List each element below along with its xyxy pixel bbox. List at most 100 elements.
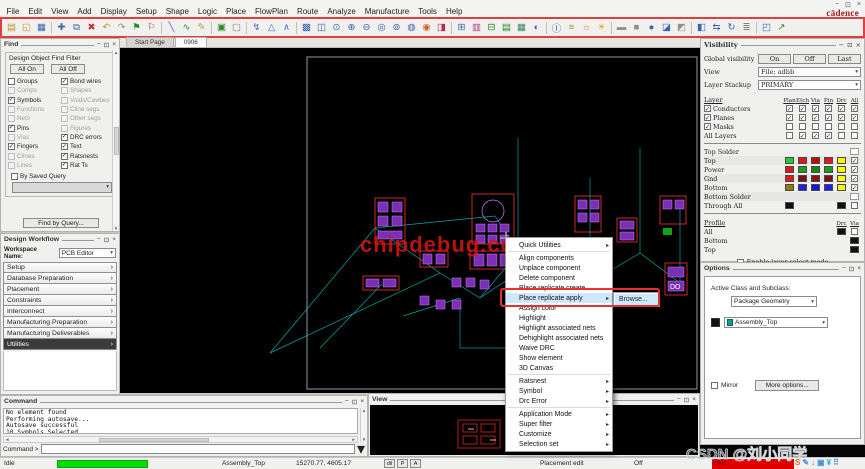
context-menu-item-ratsnest[interactable]: Ratsnest▸ xyxy=(506,376,612,386)
menu-tools[interactable]: Tools xyxy=(414,7,442,16)
copy-icon[interactable]: ⧉ xyxy=(69,20,84,35)
ratsnest-icon[interactable]: ∧ xyxy=(279,20,294,35)
menu-add[interactable]: Add xyxy=(73,7,96,16)
subclass-select[interactable]: Assembly_Top ▾ xyxy=(724,317,828,328)
checkbox-masks-plan[interactable] xyxy=(786,123,793,130)
pane-float-icon[interactable]: ⊡ xyxy=(104,236,109,244)
workflow-item-manufacturing-deliverables[interactable]: Manufacturing Deliverables› xyxy=(3,328,117,339)
color-swatch[interactable] xyxy=(798,166,807,173)
checkbox-planes-plan[interactable]: ✓ xyxy=(786,114,793,121)
profile-via-swatch[interactable] xyxy=(850,246,859,253)
scroll-right-icon[interactable]: ► xyxy=(352,437,356,442)
visibility-checkbox-power[interactable]: ✓ xyxy=(851,166,858,173)
checkbox-rat-ts[interactable]: ✓ xyxy=(61,162,68,169)
status-button-p[interactable]: P xyxy=(397,459,408,468)
workflow-item-placement[interactable]: Placement› xyxy=(3,284,117,295)
scroll-up-icon[interactable]: ▲ xyxy=(114,50,118,55)
menu-logic[interactable]: Logic xyxy=(193,7,221,16)
more-options-button[interactable]: More options... xyxy=(755,380,819,391)
context-menu-item-3d-canvas[interactable]: 3D Canvas xyxy=(506,363,612,373)
context-menu-item-highlight-associated-nets[interactable]: Highlight associated nets xyxy=(506,323,612,333)
context-menu-item-show-element[interactable]: Show element xyxy=(506,353,612,363)
new-drawing-icon[interactable]: ▤ xyxy=(4,20,19,35)
redraw-icon[interactable]: ◉ xyxy=(419,20,434,35)
workflow-item-manufacturing-preparation[interactable]: Manufacturing Preparation› xyxy=(3,317,117,328)
shape-circle-icon[interactable]: ● xyxy=(644,20,659,35)
dropdown-arrow-icon[interactable]: ▾ xyxy=(357,439,365,459)
find-filter-groups[interactable]: Groups xyxy=(8,77,59,86)
workflow-item-utilities[interactable]: Utilities› xyxy=(3,339,117,350)
find-filter-pins[interactable]: ✓Pins xyxy=(8,123,59,132)
checkbox-conductors-via[interactable]: ✓ xyxy=(812,105,819,112)
route-icon[interactable]: ↯ xyxy=(249,20,264,35)
command-panel-titlebar[interactable]: Command −⊡× xyxy=(1,396,367,407)
color-swatch[interactable] xyxy=(798,157,807,164)
context-menu-item-place-replicate-create[interactable]: Place replicate create xyxy=(506,283,612,293)
checkbox-planes-via[interactable]: ✓ xyxy=(812,114,819,121)
zoom-in-icon[interactable]: ⊕ xyxy=(344,20,359,35)
find-panel-titlebar[interactable]: Find −⊡× xyxy=(1,39,119,50)
open-drawing-icon[interactable]: ◱ xyxy=(19,20,34,35)
tab-start-page[interactable]: Start Page xyxy=(126,37,174,47)
color-swatch[interactable] xyxy=(824,184,833,191)
by-saved-query-checkbox[interactable] xyxy=(11,173,18,180)
menu-shape[interactable]: Shape xyxy=(161,7,193,16)
shape-rect-icon[interactable]: ▬ xyxy=(614,20,629,35)
checkbox-conductors[interactable]: ✓ xyxy=(704,105,711,112)
mirror-checkbox[interactable] xyxy=(711,382,718,389)
visibility-checkbox-top[interactable]: ✓ xyxy=(851,157,858,164)
pane-close-icon[interactable]: × xyxy=(112,236,116,244)
command-hscrollbar[interactable]: ◄ ► xyxy=(3,436,358,443)
color-swatch[interactable] xyxy=(785,202,794,209)
visibility-checkbox-bottom[interactable]: ✓ xyxy=(851,184,858,191)
status-button-dil[interactable]: dil xyxy=(384,459,395,468)
checkbox-conductors-all[interactable]: ✓ xyxy=(851,105,858,112)
context-menu-item-place-replicate-apply[interactable]: Place replicate apply▸ xyxy=(506,293,612,303)
zoom-previous-icon[interactable]: ◍ xyxy=(404,20,419,35)
menu-edit[interactable]: Edit xyxy=(24,7,47,16)
context-menu-item-waive-drc[interactable]: Waive DRC xyxy=(506,343,612,353)
workflow-panel-titlebar[interactable]: Design Workflow −⊡× xyxy=(1,234,119,245)
scroll-down-icon[interactable]: ▼ xyxy=(114,226,118,231)
checkbox-masks-pin[interactable] xyxy=(825,123,832,130)
3d-canvas-icon[interactable]: ◨ xyxy=(434,20,449,35)
pane-float-icon[interactable]: ⊡ xyxy=(684,396,689,404)
checkbox-all-layers-plan[interactable] xyxy=(786,132,793,139)
select-poly-icon[interactable]: ◩ xyxy=(674,20,689,35)
color-dialog-icon[interactable]: ▩ xyxy=(299,20,314,35)
checkbox-conductors-pin[interactable]: ✓ xyxy=(825,105,832,112)
color-priority-icon[interactable]: ▥ xyxy=(469,20,484,35)
pane-minimize-icon[interactable]: − xyxy=(677,396,681,404)
find-filter-ratsnests[interactable]: ✓Ratsnests xyxy=(61,151,112,160)
edit-vertex-icon[interactable]: △ xyxy=(264,20,279,35)
context-menu-item-highlight[interactable]: Highlight xyxy=(506,313,612,323)
highlight-icon[interactable]: ☼ xyxy=(579,20,594,35)
flip-design-icon[interactable]: ◧ xyxy=(694,20,709,35)
color-swatch[interactable] xyxy=(824,157,833,164)
color-swatch[interactable] xyxy=(785,157,794,164)
find-filter-rat-ts[interactable]: ✓Rat Ts xyxy=(61,161,112,170)
context-menu-item-dehighlight-associated-nets[interactable]: Dehighlight associated nets xyxy=(506,333,612,343)
zoom-points-icon[interactable]: ⊙ xyxy=(329,20,344,35)
checkbox-bond-wires[interactable]: ✓ xyxy=(61,78,68,85)
checkbox-conductors-etch[interactable]: ✓ xyxy=(799,105,806,112)
color-swatch[interactable] xyxy=(811,157,820,164)
color-swatch[interactable] xyxy=(824,166,833,173)
pane-close-icon[interactable]: × xyxy=(360,398,364,406)
color-swatch[interactable] xyxy=(811,175,820,182)
view-select[interactable]: File: adbb ▾ xyxy=(758,67,861,77)
context-menu-item-align-components[interactable]: Align components xyxy=(506,253,612,263)
global-last-button[interactable]: Last xyxy=(828,54,861,64)
fix-icon[interactable]: ⚑ xyxy=(129,20,144,35)
undo-icon[interactable]: ↶ xyxy=(99,20,114,35)
command-input[interactable] xyxy=(41,444,355,454)
context-menu-item-application-mode[interactable]: Application Mode▸ xyxy=(506,409,612,419)
color-swatch[interactable] xyxy=(837,184,846,191)
element-info-icon[interactable]: Ⓘ xyxy=(549,20,564,35)
color-swatch[interactable] xyxy=(824,175,833,182)
pane-close-icon[interactable]: × xyxy=(112,41,116,49)
saved-query-select[interactable]: ▾ xyxy=(12,182,112,193)
color-swatch[interactable] xyxy=(811,166,820,173)
delete-icon[interactable]: ✖ xyxy=(84,20,99,35)
menu-manufacture[interactable]: Manufacture xyxy=(360,7,413,16)
